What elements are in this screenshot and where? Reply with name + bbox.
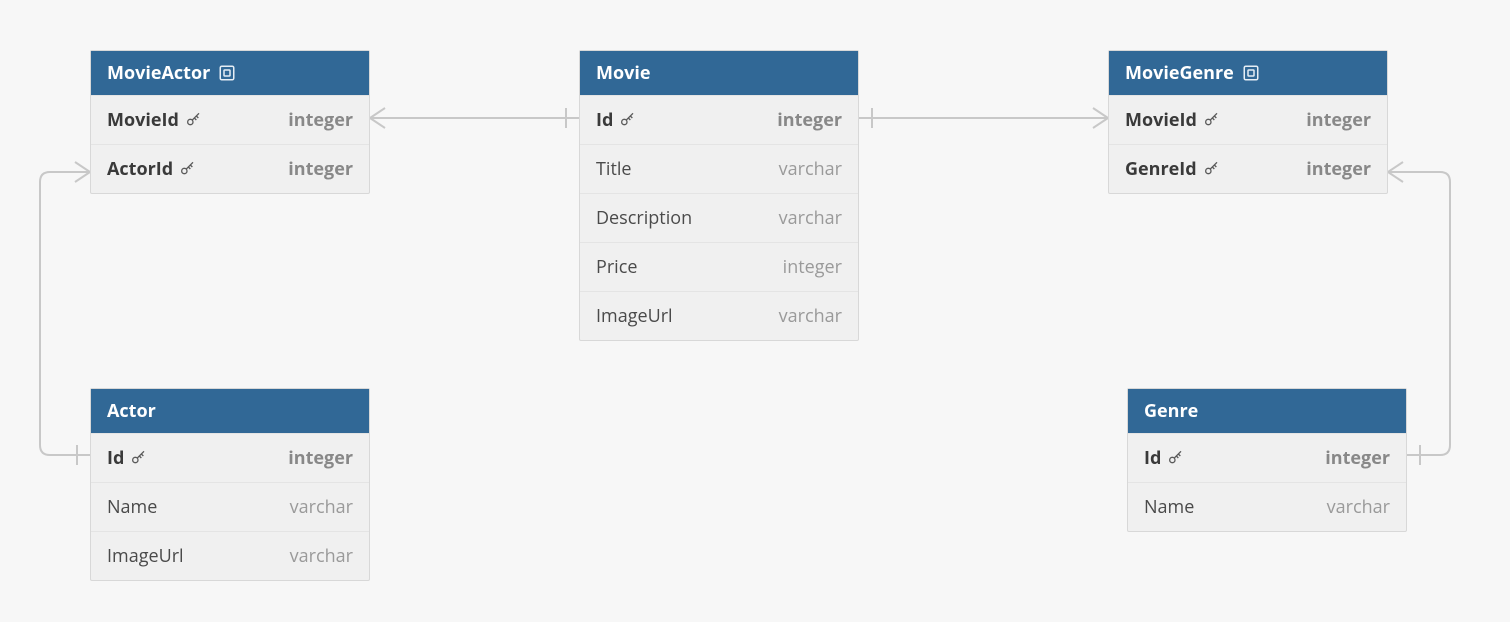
column-name: MovieId [1125,108,1197,132]
column-name: MovieId [107,108,179,132]
rel-movieactor-actor [40,172,90,455]
column-movie-price[interactable]: Price integer [580,242,858,291]
column-name: Price [596,255,637,279]
column-name: Description [596,206,692,230]
column-name: Id [1144,446,1161,470]
column-actor-imageurl[interactable]: ImageUrl varchar [91,531,369,580]
column-type: varchar [779,304,842,328]
junction-table-icon [1242,64,1260,82]
key-icon [1203,112,1219,128]
column-movieactor-movieid[interactable]: MovieId integer [91,95,369,144]
table-movie[interactable]: Movie Id integer Title varchar Descripti… [579,50,859,341]
table-genre[interactable]: Genre Id integer Name varchar [1127,388,1407,532]
table-moviegenre[interactable]: MovieGenre MovieId integer GenreId [1108,50,1388,194]
column-type: integer [288,108,353,132]
column-type: integer [288,446,353,470]
column-movieactor-actorid[interactable]: ActorId integer [91,144,369,193]
table-title: MovieActor [107,61,210,85]
column-type: integer [288,157,353,181]
table-header-movie[interactable]: Movie [580,51,858,95]
key-icon [179,161,195,177]
key-icon [130,450,146,466]
column-type: integer [777,108,842,132]
column-type: varchar [1327,495,1390,519]
table-header-moviegenre[interactable]: MovieGenre [1109,51,1387,95]
column-movie-title[interactable]: Title varchar [580,144,858,193]
column-type: integer [1306,108,1371,132]
column-movie-id[interactable]: Id integer [580,95,858,144]
column-movie-imageurl[interactable]: ImageUrl varchar [580,291,858,340]
key-icon [185,112,201,128]
column-name: ImageUrl [596,304,673,328]
table-header-genre[interactable]: Genre [1128,389,1406,433]
table-title: Actor [107,399,156,423]
column-type: integer [1306,157,1371,181]
column-type: varchar [290,544,353,568]
column-type: integer [783,255,842,279]
table-actor[interactable]: Actor Id integer Name varchar ImageUrl v… [90,388,370,581]
column-type: varchar [290,495,353,519]
table-title: Movie [596,61,650,85]
column-actor-id[interactable]: Id integer [91,433,369,482]
column-type: integer [1325,446,1390,470]
column-moviegenre-movieid[interactable]: MovieId integer [1109,95,1387,144]
column-type: varchar [779,206,842,230]
table-title: MovieGenre [1125,61,1234,85]
column-movie-description[interactable]: Description varchar [580,193,858,242]
column-name: Title [596,157,632,181]
table-title: Genre [1144,399,1198,423]
table-header-movieactor[interactable]: MovieActor [91,51,369,95]
key-icon [619,112,635,128]
column-moviegenre-genreid[interactable]: GenreId integer [1109,144,1387,193]
column-genre-name[interactable]: Name varchar [1128,482,1406,531]
table-movieactor[interactable]: MovieActor MovieId integer ActorId [90,50,370,194]
key-icon [1167,450,1183,466]
junction-table-icon [218,64,236,82]
table-header-actor[interactable]: Actor [91,389,369,433]
column-name: ImageUrl [107,544,184,568]
column-name: Name [107,495,157,519]
column-type: varchar [779,157,842,181]
column-genre-id[interactable]: Id integer [1128,433,1406,482]
column-name: Id [596,108,613,132]
column-actor-name[interactable]: Name varchar [91,482,369,531]
column-name: GenreId [1125,157,1197,181]
column-name: Id [107,446,124,470]
key-icon [1203,161,1219,177]
column-name: ActorId [107,157,173,181]
column-name: Name [1144,495,1194,519]
